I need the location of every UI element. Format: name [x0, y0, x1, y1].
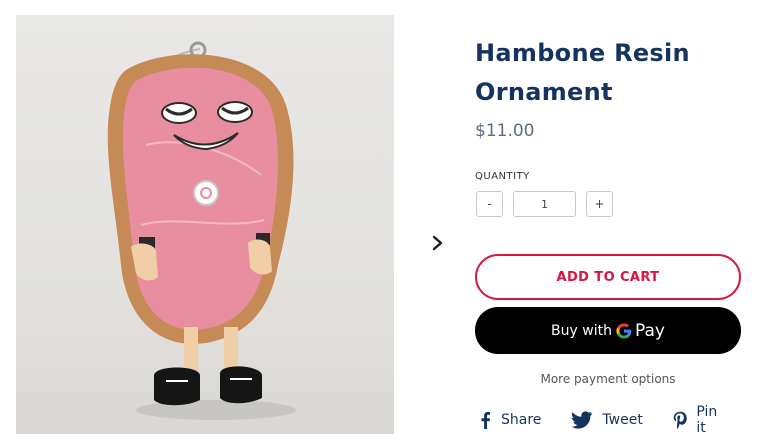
product-title-line2: Ornament	[475, 78, 613, 106]
quantity-input[interactable]	[513, 191, 576, 217]
product-title-line1: Hambone Resin	[475, 39, 690, 67]
share-twitter-label: Tweet	[602, 412, 643, 428]
buy-with-label: Buy with	[551, 322, 612, 339]
google-g-icon	[616, 323, 632, 338]
pinterest-icon	[673, 411, 687, 429]
facebook-icon	[481, 412, 490, 429]
product-price: $11.00	[475, 121, 535, 141]
share-pinterest-link[interactable]: Pin it	[673, 404, 728, 436]
quantity-increase-button[interactable]: +	[586, 191, 613, 217]
add-to-cart-button[interactable]: ADD TO CART	[475, 254, 741, 300]
buy-with-gpay-button[interactable]: Buy with Pay	[475, 307, 741, 354]
share-pinterest-label: Pin it	[696, 404, 718, 436]
twitter-icon	[572, 411, 593, 429]
gpay-logo: Pay	[616, 321, 665, 341]
share-twitter-link[interactable]: Tweet	[571, 411, 643, 429]
quantity-label: QUANTITY	[475, 171, 530, 182]
next-image-button[interactable]	[428, 231, 448, 255]
quantity-decrease-button[interactable]: -	[476, 191, 503, 217]
hambone-ornament-photo	[107, 41, 296, 420]
chevron-right-icon	[432, 235, 443, 251]
share-facebook-link[interactable]: Share	[478, 411, 541, 429]
product-image[interactable]	[16, 15, 394, 434]
product-title: Hambone Resin Ornament	[475, 34, 745, 112]
more-payment-options-link[interactable]: More payment options	[475, 372, 741, 386]
pay-word: Pay	[634, 320, 665, 341]
social-share-row: Share Tweet Pin it	[478, 404, 758, 436]
share-facebook-label: Share	[501, 412, 542, 428]
